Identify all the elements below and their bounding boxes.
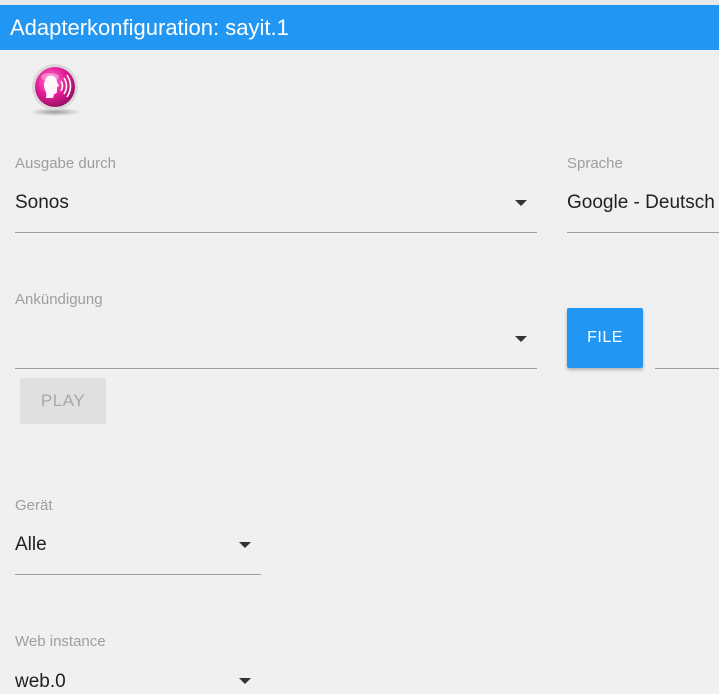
geraet-label: Gerät [15,497,53,514]
ausgabe-label: Ausgabe durch [15,155,116,172]
sayit-logo-icon [26,63,84,117]
title-bar: Adapterkonfiguration: sayit.1 [0,5,719,50]
web-instance-value: web.0 [15,671,66,692]
web-instance-select[interactable]: Web instance web.0 [15,633,261,694]
sprache-underline [567,232,719,233]
sprache-select[interactable]: Sprache Google - Deutsch [567,155,719,233]
ankuendigung-underline [15,368,537,369]
ausgabe-value: Sonos [15,192,69,213]
caret-down-icon [515,200,527,206]
caret-down-icon [239,542,251,548]
sprache-label: Sprache [567,155,623,172]
file-button[interactable]: FILE [567,308,643,368]
file-name-input[interactable] [655,368,719,369]
caret-down-icon [515,336,527,342]
ausgabe-underline [15,232,537,233]
ausgabe-select[interactable]: Ausgabe durch Sonos [15,155,537,233]
geraet-value: Alle [15,534,47,555]
window-title: Adapterkonfiguration: sayit.1 [10,15,289,40]
play-button[interactable]: PLAY [20,378,106,424]
ankuendigung-select[interactable]: Ankündigung [15,291,537,369]
geraet-underline [15,574,261,575]
sprache-value: Google - Deutsch [567,192,715,213]
caret-down-icon [239,678,251,684]
geraet-select[interactable]: Gerät Alle [15,497,261,575]
adapter-config-page: Adapterkonfiguration: sayit.1 Ausgabe du… [0,0,719,694]
ankuendigung-label: Ankündigung [15,291,103,308]
web-instance-label: Web instance [15,633,106,650]
